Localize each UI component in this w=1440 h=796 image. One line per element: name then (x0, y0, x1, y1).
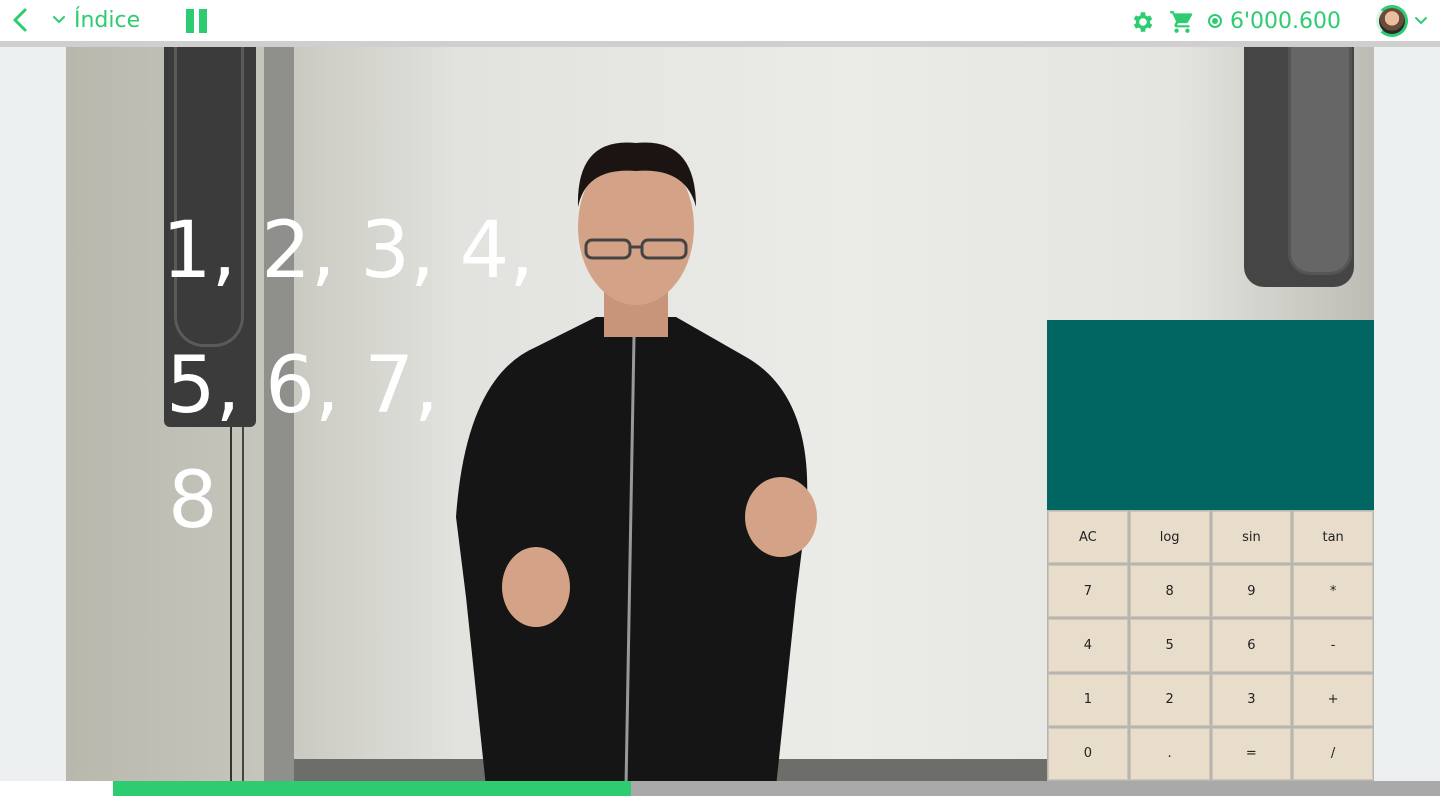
calc-key[interactable]: 7 (1048, 565, 1128, 618)
calculator: AC log sin tan 7 8 9 * 4 5 6- 1 2 3 +0. = / (1047, 320, 1374, 781)
calc-key[interactable]: 0 (1048, 727, 1128, 780)
calc-key[interactable]: - (1293, 619, 1373, 672)
calc-key[interactable]: 3 (1211, 673, 1292, 726)
progress-bar[interactable] (0, 781, 1440, 796)
calculator-keypad: AC log sin tan 7 8 9 * 4 5 6- 1 2 3 +0. = / (1047, 510, 1374, 781)
calc-key[interactable]: . (1129, 727, 1210, 780)
chevron-down-icon (1415, 17, 1427, 25)
calc-key[interactable]: * (1293, 565, 1373, 618)
coin-icon (1208, 14, 1222, 28)
chevron-left-icon (13, 8, 27, 32)
left-speaker (164, 47, 256, 427)
calc-key[interactable]: 9 (1211, 565, 1292, 618)
index-label: Índice (74, 7, 141, 33)
calc-key[interactable]: 1 (1048, 673, 1128, 726)
avatar[interactable] (1376, 5, 1408, 37)
chevron-down-icon (53, 16, 65, 24)
calc-key[interactable]: = (1211, 727, 1292, 780)
top-bar: Índice 6'000.600 (0, 0, 1440, 41)
right-speaker-grille (1288, 47, 1352, 275)
calc-key[interactable]: 4 (1048, 619, 1128, 672)
coin-value: 6'000.600 (1230, 8, 1342, 34)
calc-key[interactable]: AC (1048, 511, 1128, 564)
settings-button[interactable] (1130, 9, 1156, 35)
calc-key[interactable]: / (1293, 727, 1373, 780)
progress-fill (113, 781, 631, 796)
calc-key[interactable]: tan (1293, 511, 1373, 564)
user-menu[interactable] (1376, 4, 1428, 38)
back-button[interactable] (8, 6, 32, 34)
calc-key[interactable]: 6 (1211, 619, 1292, 672)
pause-button[interactable] (186, 9, 208, 33)
calc-key[interactable]: + (1293, 673, 1373, 726)
cart-icon (1170, 11, 1193, 33)
cable (230, 427, 244, 781)
gear-icon (1133, 12, 1153, 32)
index-menu-button[interactable]: Índice (52, 6, 140, 34)
board-frame (264, 47, 294, 781)
board-line-3: 8 (168, 456, 218, 546)
calculator-display (1047, 320, 1374, 510)
presenter (456, 142, 817, 781)
calc-key[interactable]: 5 (1129, 619, 1210, 672)
calc-key[interactable]: 2 (1129, 673, 1210, 726)
calc-key[interactable]: sin (1211, 511, 1292, 564)
calc-key[interactable]: log (1129, 511, 1210, 564)
progress-track[interactable] (113, 781, 1440, 796)
calc-key[interactable]: 8 (1129, 565, 1210, 618)
cart-button[interactable] (1168, 9, 1196, 35)
coin-balance: 6'000.600 (1208, 6, 1341, 36)
